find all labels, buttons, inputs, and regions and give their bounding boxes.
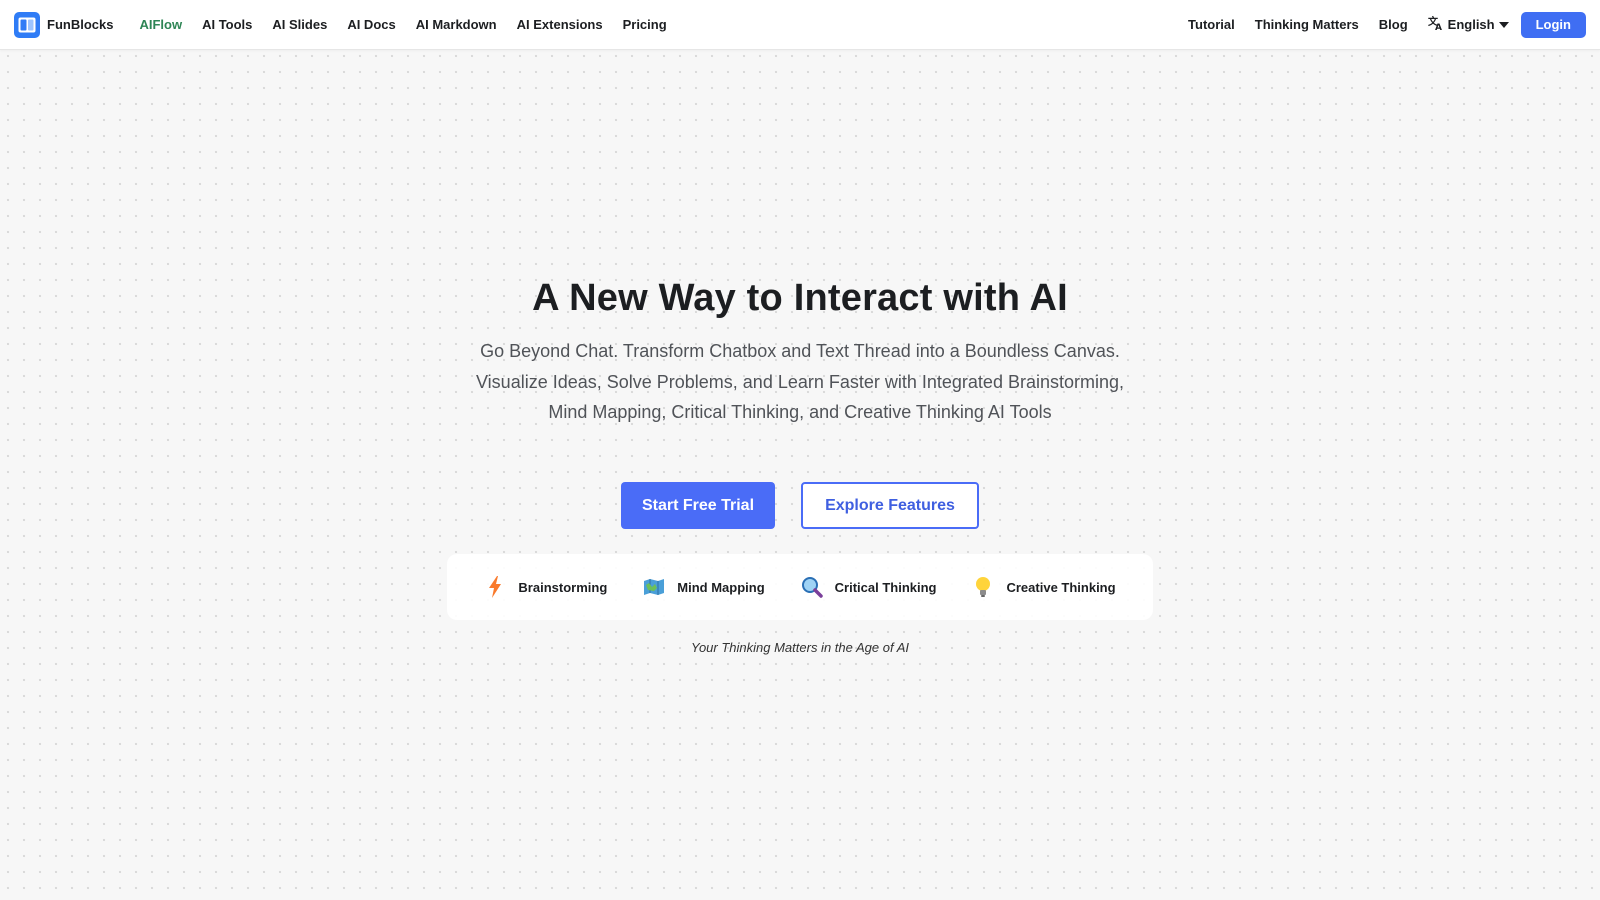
feature-label: Mind Mapping	[677, 579, 765, 595]
feature-brainstorming[interactable]: Brainstorming	[484, 576, 607, 598]
nav-item-blog[interactable]: Blog	[1369, 17, 1418, 32]
feature-label: Creative Thinking	[1006, 579, 1116, 595]
language-dropdown[interactable]: 文 A English	[1418, 15, 1519, 34]
translate-icon: 文 A	[1428, 15, 1444, 34]
nav-item-aiflow[interactable]: AIFlow	[129, 17, 192, 32]
tagline: Your Thinking Matters in the Age of AI	[691, 640, 909, 655]
nav-item-ai-tools[interactable]: AI Tools	[192, 17, 262, 32]
primary-nav: AIFlow AI Tools AI Slides AI Docs AI Mar…	[129, 17, 676, 32]
navbar: FunBlocks AIFlow AI Tools AI Slides AI D…	[0, 0, 1600, 50]
feature-label: Brainstorming	[518, 579, 608, 595]
hero-title: A New Way to Interact with AI	[532, 277, 1068, 319]
lightbulb-icon	[972, 576, 994, 598]
hero-subtitle-line: Visualize Ideas, Solve Problems, and Lea…	[476, 371, 1124, 392]
magnifier-icon	[801, 576, 823, 598]
language-label: English	[1447, 17, 1495, 32]
feature-mind-mapping[interactable]: Mind Mapping	[643, 576, 765, 598]
secondary-nav: Tutorial Thinking Matters Blog 文 A Engli…	[1178, 11, 1586, 38]
nav-item-thinking-matters[interactable]: Thinking Matters	[1245, 17, 1369, 32]
hero-subtitle-line: Go Beyond Chat. Transform Chatbox and Te…	[480, 341, 1120, 361]
caret-down-icon	[1498, 17, 1509, 32]
nav-item-ai-extensions[interactable]: AI Extensions	[507, 17, 613, 32]
feature-critical-thinking[interactable]: Critical Thinking	[801, 576, 937, 598]
nav-item-ai-docs[interactable]: AI Docs	[337, 17, 405, 32]
brand-home-link[interactable]: FunBlocks	[14, 11, 114, 38]
hero-subtitle: Go Beyond Chat. Transform Chatbox and Te…	[450, 336, 1150, 428]
map-icon	[643, 576, 665, 598]
explore-features-button[interactable]: Explore Features	[801, 482, 979, 529]
feature-list: Brainstorming Mind Mapping Critical Thin…	[447, 554, 1153, 620]
funblocks-logo-icon	[14, 11, 40, 38]
lightning-icon	[484, 576, 506, 598]
nav-item-tutorial[interactable]: Tutorial	[1178, 17, 1245, 32]
login-button[interactable]: Login	[1520, 11, 1586, 38]
brand-name: FunBlocks	[47, 17, 114, 32]
nav-item-ai-markdown[interactable]: AI Markdown	[406, 17, 507, 32]
nav-item-pricing[interactable]: Pricing	[613, 17, 677, 32]
hero-subtitle-line: Mind Mapping, Critical Thinking, and Cre…	[548, 402, 1052, 422]
feature-creative-thinking[interactable]: Creative Thinking	[972, 576, 1116, 598]
start-free-trial-button[interactable]: Start Free Trial	[621, 482, 775, 529]
nav-item-ai-slides[interactable]: AI Slides	[262, 17, 337, 32]
feature-label: Critical Thinking	[834, 579, 937, 595]
svg-text:A: A	[1435, 23, 1442, 31]
